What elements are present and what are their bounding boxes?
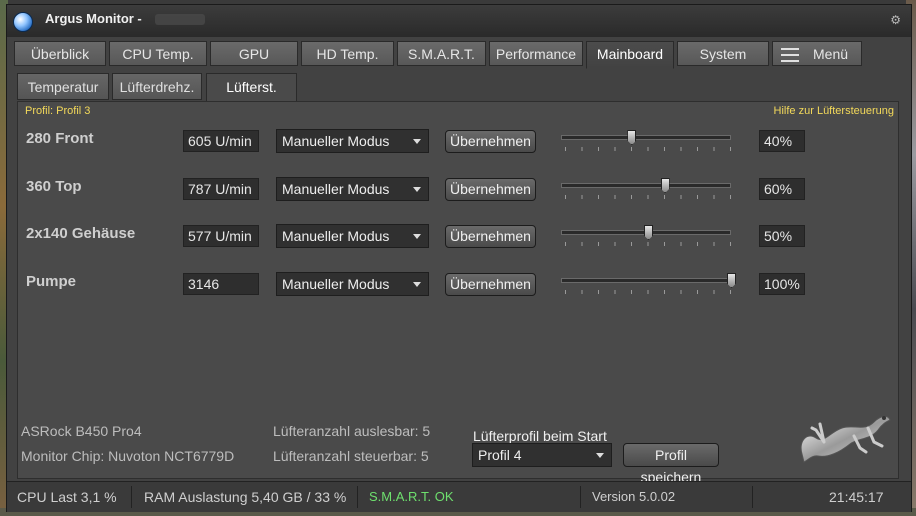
apply-button[interactable]: Übernehmen bbox=[445, 130, 536, 153]
title-bar[interactable]: Argus Monitor - ⚙ bbox=[7, 5, 911, 37]
tab-cpu-temp[interactable]: CPU Temp. bbox=[109, 41, 207, 66]
startup-profile-value: Profil 4 bbox=[478, 447, 522, 463]
fan-percent-value: 50% bbox=[759, 225, 805, 247]
fan-rpm-value: 3146 bbox=[183, 273, 259, 295]
startup-profile-label: Lüfterprofil beim Start bbox=[473, 428, 607, 444]
apply-button[interactable]: Übernehmen bbox=[445, 273, 536, 296]
ram-usage: RAM Auslastung 5,40 GB / 33 % bbox=[144, 489, 347, 505]
slider-ticks bbox=[565, 195, 731, 199]
gecko-logo-icon bbox=[800, 415, 891, 463]
fan-rpm-value: 605 U/min bbox=[183, 130, 259, 152]
fan-name: Pumpe bbox=[26, 273, 77, 290]
fan-rpm-value: 577 U/min bbox=[183, 225, 259, 247]
divider bbox=[131, 486, 132, 508]
fan-name: 360 Top bbox=[26, 178, 82, 195]
slider-thumb[interactable] bbox=[627, 130, 637, 145]
fan-row: 2x140 Gehäuse 577 U/min Manueller Modus … bbox=[18, 224, 898, 265]
monitor-chip: Monitor Chip: Nuvoton NCT6779D bbox=[21, 448, 235, 464]
slider-track bbox=[561, 183, 731, 188]
cpu-load: CPU Last 3,1 % bbox=[17, 489, 117, 505]
apply-button[interactable]: Übernehmen bbox=[445, 225, 536, 248]
slider-track bbox=[561, 278, 731, 283]
subtab-luefterdrehz[interactable]: Lüfterdrehz. bbox=[112, 73, 202, 100]
fan-name: 2x140 Gehäuse bbox=[26, 225, 136, 242]
fan-row: Pumpe 3146 Manueller Modus Übernehmen 10… bbox=[18, 272, 898, 313]
hamburger-icon bbox=[781, 48, 799, 66]
tab-smart[interactable]: S.M.A.R.T. bbox=[397, 41, 486, 66]
chevron-down-icon bbox=[596, 453, 604, 458]
fan-mode-select[interactable]: Manueller Modus bbox=[276, 272, 429, 296]
argus-monitor-logo-icon[interactable] bbox=[13, 12, 33, 32]
fan-mode-select[interactable]: Manueller Modus bbox=[276, 129, 429, 153]
fans-controllable: Lüfteranzahl steuerbar: 5 bbox=[273, 448, 429, 464]
help-link[interactable]: Hilfe zur Lüftersteuerung bbox=[774, 105, 894, 117]
fan-percent-value: 60% bbox=[759, 178, 805, 200]
settings-icon[interactable]: ⚙ bbox=[890, 13, 901, 27]
chevron-down-icon bbox=[413, 234, 421, 239]
fan-mode-select[interactable]: Manueller Modus bbox=[276, 224, 429, 248]
slider-track bbox=[561, 135, 731, 140]
fan-speed-slider[interactable] bbox=[561, 273, 736, 297]
fan-row: 360 Top 787 U/min Manueller Modus Überne… bbox=[18, 177, 898, 218]
status-bar: CPU Last 3,1 % RAM Auslastung 5,40 GB / … bbox=[7, 481, 911, 512]
fan-mode-value: Manueller Modus bbox=[282, 228, 390, 244]
menu-label: Menü bbox=[813, 46, 849, 62]
fan-row: 280 Front 605 U/min Manueller Modus Über… bbox=[18, 129, 898, 170]
tab-mainboard[interactable]: Mainboard bbox=[586, 41, 674, 69]
fan-mode-select[interactable]: Manueller Modus bbox=[276, 177, 429, 201]
tab-hd-temp[interactable]: HD Temp. bbox=[301, 41, 394, 66]
tab-menu[interactable]: Menü bbox=[772, 41, 862, 66]
tab-ueberblick[interactable]: Überblick bbox=[14, 41, 106, 66]
fan-rpm-value: 787 U/min bbox=[183, 178, 259, 200]
fan-speed-slider[interactable] bbox=[561, 130, 733, 154]
fans-readable: Lüfteranzahl auslesbar: 5 bbox=[273, 423, 431, 439]
fan-mode-value: Manueller Modus bbox=[282, 276, 390, 292]
profile-label: Profil: Profil 3 bbox=[25, 105, 91, 117]
slider-thumb[interactable] bbox=[644, 225, 653, 240]
fan-mode-value: Manueller Modus bbox=[282, 133, 390, 149]
version-label: Version 5.0.02 bbox=[592, 489, 676, 504]
subtab-luefterst[interactable]: Lüfterst. bbox=[206, 73, 297, 102]
clock: 21:45:17 bbox=[829, 489, 884, 505]
fan-percent-value: 100% bbox=[759, 273, 805, 295]
fan-control-panel: Profil: Profil 3 Hilfe zur Lüftersteueru… bbox=[17, 101, 899, 485]
subtab-temperatur[interactable]: Temperatur bbox=[17, 73, 109, 100]
divider bbox=[357, 486, 358, 508]
divider bbox=[580, 486, 581, 508]
slider-ticks bbox=[565, 290, 731, 294]
fan-percent-value: 40% bbox=[759, 130, 805, 152]
slider-ticks bbox=[565, 242, 731, 246]
slider-ticks bbox=[565, 147, 731, 151]
startup-profile-select[interactable]: Profil 4 bbox=[472, 443, 612, 467]
smart-status: S.M.A.R.T. OK bbox=[369, 489, 454, 504]
apply-button[interactable]: Übernehmen bbox=[445, 178, 536, 201]
window-title: Argus Monitor - bbox=[45, 11, 142, 26]
chevron-down-icon bbox=[413, 139, 421, 144]
slider-thumb[interactable] bbox=[660, 178, 670, 193]
tab-gpu[interactable]: GPU bbox=[210, 41, 298, 66]
slider-thumb[interactable] bbox=[727, 273, 736, 288]
board-name: ASRock B450 Pro4 bbox=[21, 423, 142, 439]
tab-performance[interactable]: Performance bbox=[489, 41, 583, 66]
save-profile-button[interactable]: Profil speichern bbox=[623, 443, 719, 485]
fan-speed-slider[interactable] bbox=[561, 178, 733, 202]
fan-mode-value: Manueller Modus bbox=[282, 181, 390, 197]
tab-system[interactable]: System bbox=[677, 41, 769, 66]
chevron-down-icon bbox=[413, 282, 421, 287]
redacted-title-suffix bbox=[155, 14, 205, 25]
fan-speed-slider[interactable] bbox=[561, 225, 733, 249]
fan-name: 280 Front bbox=[26, 130, 94, 147]
chevron-down-icon bbox=[413, 187, 421, 192]
divider bbox=[752, 486, 753, 508]
app-window: Argus Monitor - ⚙ Überblick CPU Temp. GP… bbox=[6, 4, 912, 512]
